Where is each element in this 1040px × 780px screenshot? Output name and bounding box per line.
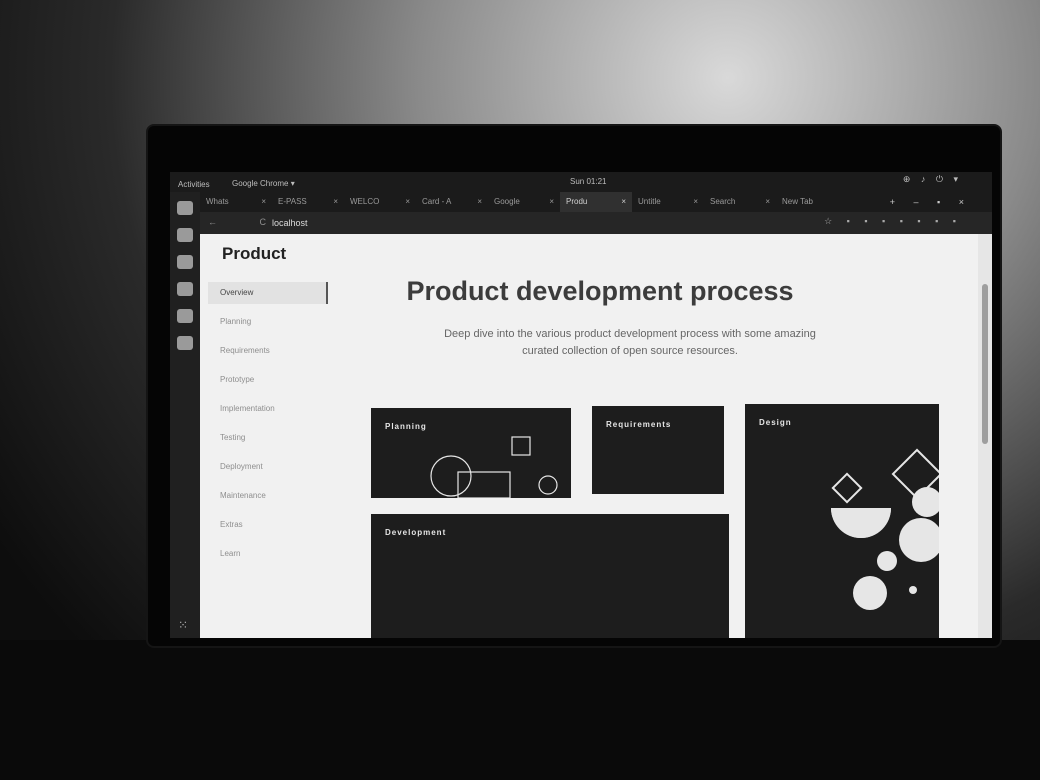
tab-close-icon[interactable]: × xyxy=(405,197,410,206)
card-requirements[interactable]: Requirements xyxy=(592,406,724,494)
tab-card[interactable]: Card - A × xyxy=(416,192,488,212)
card-title: Requirements xyxy=(606,420,672,429)
app-menu[interactable]: Google Chrome ▾ xyxy=(232,179,295,188)
address-bar: ← C localhost ☆ ▪ ▪ ▪ ▪ ▪ ▪ ▪ xyxy=(200,212,992,234)
sidebar-item-testing[interactable]: Testing xyxy=(208,427,328,456)
chrome-icon[interactable] xyxy=(177,282,193,296)
card-title: Development xyxy=(385,528,447,537)
system-status-icons[interactable]: ⊕ ♪ ⏻ ▾ xyxy=(903,174,962,185)
settings-icon[interactable] xyxy=(177,309,193,323)
tab-whatsapp[interactable]: Whats × xyxy=(200,192,272,212)
tab-close-icon[interactable]: × xyxy=(765,197,770,206)
sidebar-item-learn[interactable]: Learn xyxy=(208,543,328,572)
tab-close-icon[interactable]: × xyxy=(333,197,338,206)
card-design[interactable]: Design xyxy=(745,404,939,638)
background-floor xyxy=(0,640,1040,780)
activities-button[interactable]: Activities xyxy=(178,180,210,189)
system-top-bar: Activities Google Chrome ▾ Sun 01:21 ⊕ ♪… xyxy=(170,172,992,192)
page-title: Product development process xyxy=(406,276,794,306)
design-illustration xyxy=(831,448,939,610)
planning-illustration xyxy=(430,436,558,498)
tab-new-tab[interactable]: New Tab xyxy=(776,192,848,212)
sidebar-item-planning[interactable]: Planning xyxy=(208,311,328,340)
clock[interactable]: Sun 01:21 xyxy=(570,177,606,186)
tab-close-icon[interactable]: × xyxy=(477,197,482,206)
card-development[interactable]: Development xyxy=(371,514,729,638)
tab-close-icon[interactable]: × xyxy=(693,197,698,206)
apps-grid-icon[interactable]: ⁙ xyxy=(178,618,188,632)
url-field[interactable]: localhost xyxy=(272,218,308,228)
terminal-icon[interactable] xyxy=(177,228,193,242)
tab-product[interactable]: Produ × xyxy=(560,192,632,212)
site-brand[interactable]: Product xyxy=(222,244,286,264)
dock: ⁙ xyxy=(170,192,200,638)
sidebar-item-maintenance[interactable]: Maintenance xyxy=(208,485,328,514)
tab-close-icon[interactable]: × xyxy=(261,197,266,206)
files-icon[interactable] xyxy=(177,201,193,215)
tab-close-icon[interactable]: × xyxy=(621,197,626,206)
tab-close-icon[interactable]: × xyxy=(549,197,554,206)
tab-welcome[interactable]: WELCO × xyxy=(344,192,416,212)
scrollbar-thumb[interactable] xyxy=(982,284,988,444)
sidebar-item-extras[interactable]: Extras xyxy=(208,514,328,543)
sidebar-nav: Overview Planning Requirements Prototype… xyxy=(208,282,328,572)
tab-epass[interactable]: E-PASS × xyxy=(272,192,344,212)
screen: Activities Google Chrome ▾ Sun 01:21 ⊕ ♪… xyxy=(170,172,992,638)
vscode-icon[interactable] xyxy=(177,336,193,350)
web-page: Product Overview Planning Requirements P… xyxy=(200,234,978,638)
sidebar-item-requirements[interactable]: Requirements xyxy=(208,340,328,369)
sidebar-item-prototype[interactable]: Prototype xyxy=(208,369,328,398)
camera-icon[interactable] xyxy=(177,255,193,269)
sidebar-item-deployment[interactable]: Deployment xyxy=(208,456,328,485)
tab-google[interactable]: Google × xyxy=(488,192,560,212)
card-planning[interactable]: Planning xyxy=(371,408,571,498)
tab-search[interactable]: Search × xyxy=(704,192,776,212)
sidebar-item-overview[interactable]: Overview xyxy=(208,282,328,304)
tab-strip: Whats × E-PASS × WELCO × Card - A × Google × … xyxy=(200,192,992,212)
extension-icons[interactable]: ☆ ▪ ▪ ▪ ▪ ▪ ▪ ▪ xyxy=(824,216,962,227)
page-scrollbar[interactable] xyxy=(978,234,992,638)
page-subtitle: Deep dive into the various product devel… xyxy=(444,328,816,357)
sidebar-item-implementation[interactable]: Implementation xyxy=(208,398,328,427)
tab-untitled[interactable]: Untitle × xyxy=(632,192,704,212)
window-controls[interactable]: + – ▪ × xyxy=(890,197,972,207)
